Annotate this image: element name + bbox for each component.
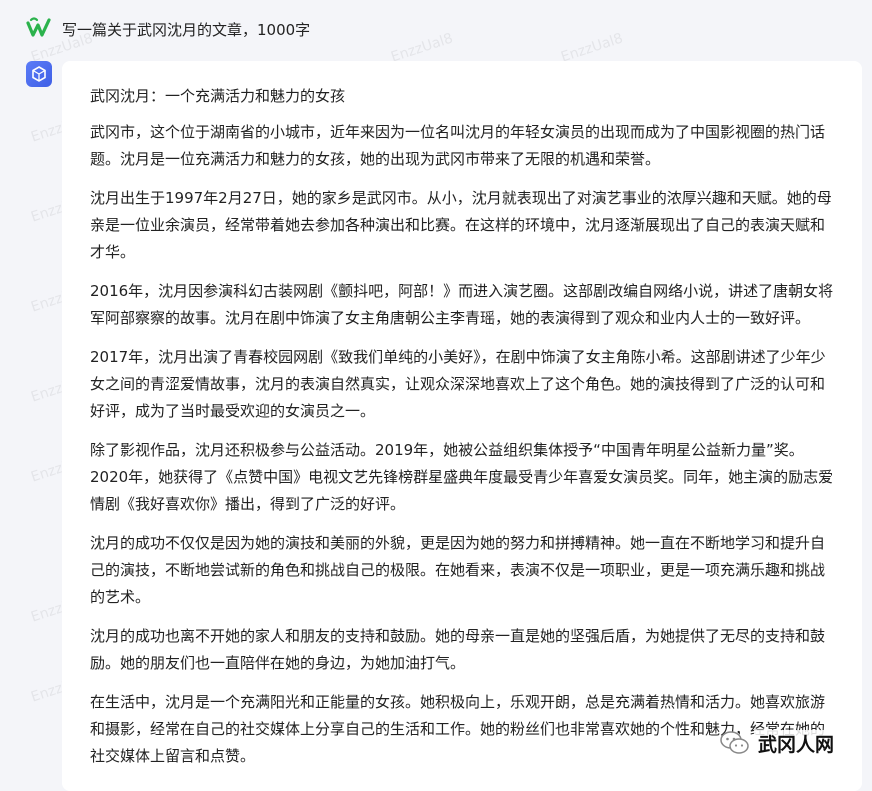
answer-title: 武冈沈月：一个充满活力和魅力的女孩: [90, 87, 346, 105]
wave-logo-icon: [26, 15, 52, 41]
answer-paragraph: 沈月出生于1997年2月27日，她的家乡是武冈市。从小，沈月就表现出了对演艺事业…: [90, 189, 832, 261]
answer-paragraph: 沈月的成功也离不开她的家人和朋友的支持和鼓励。她的母亲一直是她的坚强后盾，为她提…: [90, 627, 826, 672]
answer-card: 武冈沈月：一个充满活力和魅力的女孩 武冈市，这个位于湖南省的小城市，近年来因为一…: [62, 61, 862, 791]
user-prompt-text: 写一篇关于武冈沈月的文章，1000字: [62, 21, 311, 39]
answer-paragraph: 2017年，沈月出演了青春校园网剧《致我们单纯的小美好》，在剧中饰演了女主角陈小…: [90, 348, 826, 420]
wechat-icon: [720, 730, 750, 760]
answer-paragraph: 武冈市，这个位于湖南省的小城市，近年来因为一位名叫沈月的年轻女演员的出现而成为了…: [90, 123, 826, 168]
user-message-row: 写一篇关于武冈沈月的文章，1000字: [0, 0, 872, 60]
answer-body: 武冈沈月：一个充满活力和魅力的女孩 武冈市，这个位于湖南省的小城市，近年来因为一…: [90, 83, 835, 782]
cube-icon: [26, 61, 52, 87]
answer-paragraph: 除了影视作品，沈月还积极参与公益活动。2019年，她被公益组织集体授予“中国青年…: [90, 441, 834, 513]
brand-name: 武冈人网: [754, 730, 839, 757]
answer-paragraph: 2016年，沈月因参演科幻古装网剧《颤抖吧，阿部！》而进入演艺圈。这部剧改编自网…: [90, 282, 834, 327]
answer-paragraph: 沈月的成功不仅仅是因为她的演技和美丽的外貌，更是因为她的努力和拼搏精神。她一直在…: [90, 534, 826, 606]
